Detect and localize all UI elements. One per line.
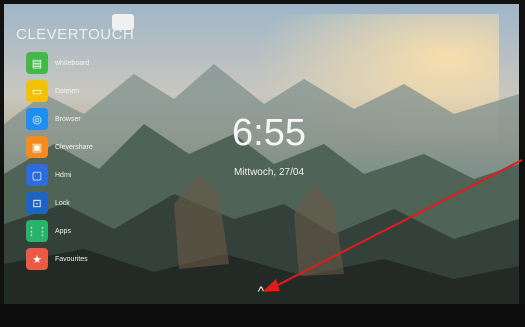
annotation-arrow <box>262 159 523 292</box>
